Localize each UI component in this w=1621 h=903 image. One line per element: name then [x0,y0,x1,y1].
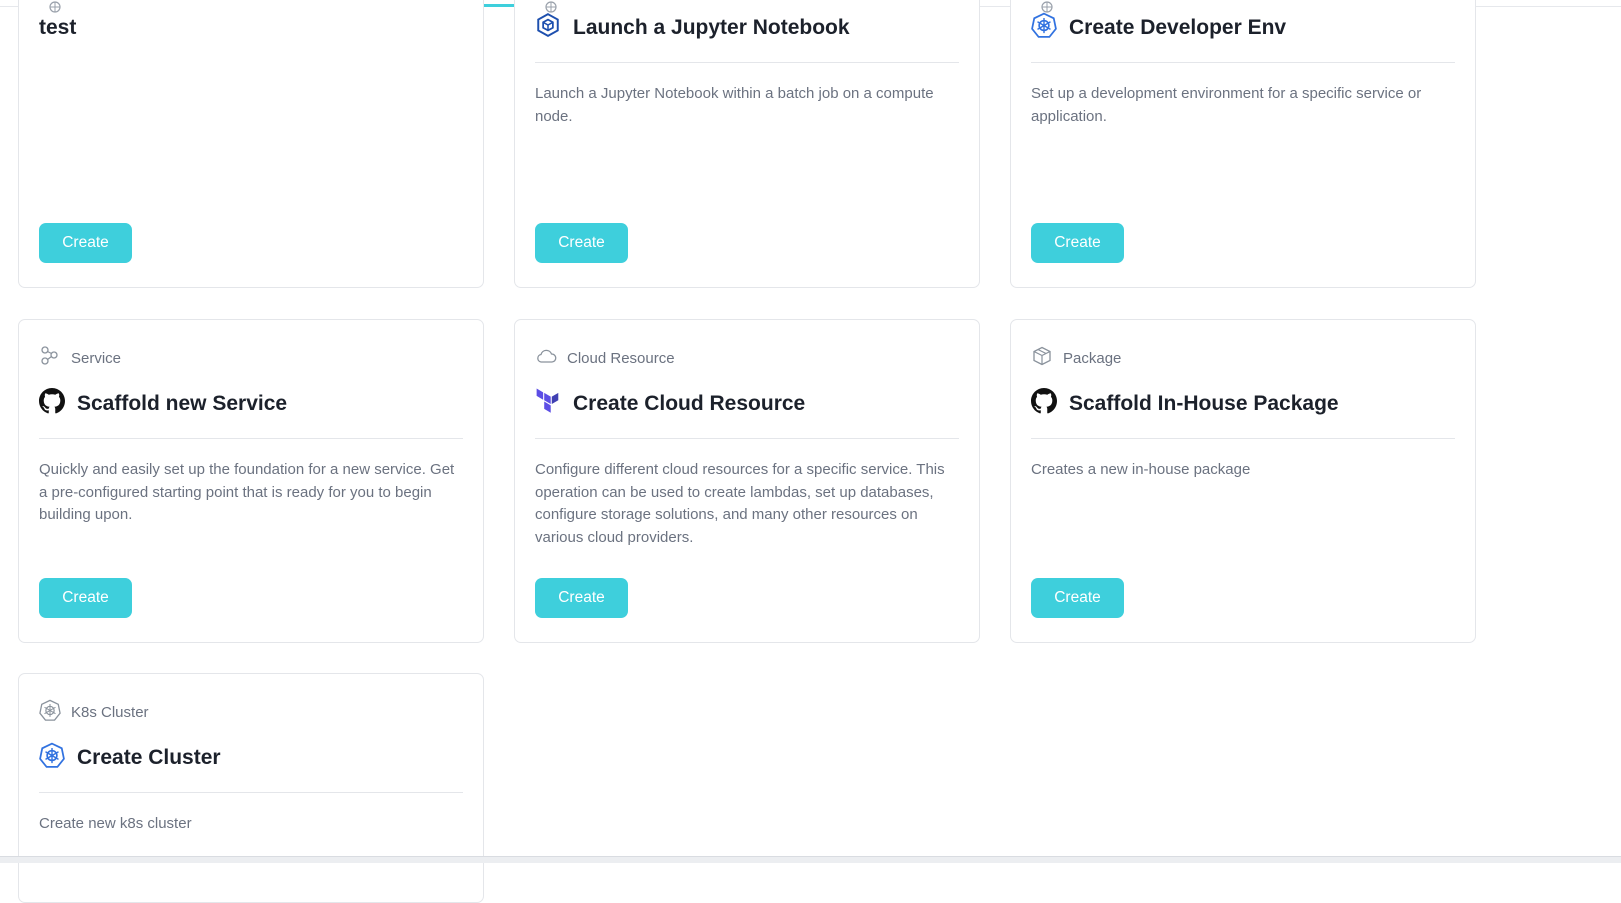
card-title-text: Create Cloud Resource [573,392,806,415]
card-description: Launch a Jupyter Notebook within a batch… [535,85,934,125]
kubernetes-icon [39,742,65,774]
card-title-text: Scaffold new Service [77,392,288,415]
create-button[interactable]: Create [39,223,132,263]
card-divider [535,62,959,63]
card-description: Quickly and easily set up the foundation… [39,461,455,523]
action-card-jupyter: Launch a Jupyter Notebook Launch a Jupyt… [514,0,980,288]
card-category: K8s Cluster [39,699,149,725]
cloud-icon [535,345,557,371]
card-category-label: Service [71,349,122,367]
card-title: Scaffold new Service [39,387,287,421]
card-description: Create new k8s cluster [39,815,192,832]
action-card-test: test Create [18,0,484,288]
card-divider [1031,438,1455,439]
card-title: Scaffold In-House Package [1031,387,1339,421]
create-button[interactable]: Create [1031,223,1124,263]
card-title-text: Create Developer Env [1069,16,1287,39]
card-title-text: test [39,16,77,39]
k8s-icon [39,699,61,725]
create-button[interactable]: Create [535,223,628,263]
card-category-label: K8s Cluster [71,703,149,721]
create-button[interactable]: Create [535,578,628,618]
kubernetes-icon [1031,12,1057,44]
card-title: test [39,11,76,45]
card-title-text: Scaffold In-House Package [1069,392,1339,415]
card-divider [39,438,463,439]
action-card-inhouse-package: Package Scaffold In-House Package Create… [1010,319,1476,643]
card-divider [1031,62,1455,63]
card-category: Package [1031,345,1122,371]
card-title: Create Cluster [39,741,221,775]
github-icon [1031,388,1057,420]
action-card-create-cluster: K8s Cluster Create Cluster Create new k8… [18,673,484,903]
card-title-text: Launch a Jupyter Notebook [573,16,850,39]
terraform-icon [535,388,561,420]
card-divider [535,438,959,439]
card-category-label: Cloud Resource [567,349,675,367]
action-card-scaffold-service: Service Scaffold new Service Quickly and… [18,319,484,643]
cube-icon [535,12,561,44]
card-category: Service [39,345,122,371]
card-category-label: Package [1063,349,1122,367]
card-title-text: Create Cluster [77,746,221,769]
package-icon [1031,345,1053,371]
service-icon [39,345,61,371]
github-icon [39,388,65,420]
card-title: Create Cloud Resource [535,387,805,421]
card-description: Configure different cloud resources for … [535,461,945,546]
card-category: Cloud Resource [535,348,675,368]
card-divider [39,792,463,793]
card-title: Create Developer Env [1031,11,1286,45]
card-description: Creates a new in-house package [1031,461,1251,478]
action-card-cloud-resource: Cloud Resource Create Cloud Resource Con… [514,319,980,643]
card-title: Launch a Jupyter Notebook [535,11,850,45]
create-button[interactable]: Create [39,578,132,618]
action-card-developer-env: Create Developer Env Set up a developmen… [1010,0,1476,288]
create-button[interactable]: Create [1031,578,1124,618]
card-description: Set up a development environment for a s… [1031,85,1422,125]
